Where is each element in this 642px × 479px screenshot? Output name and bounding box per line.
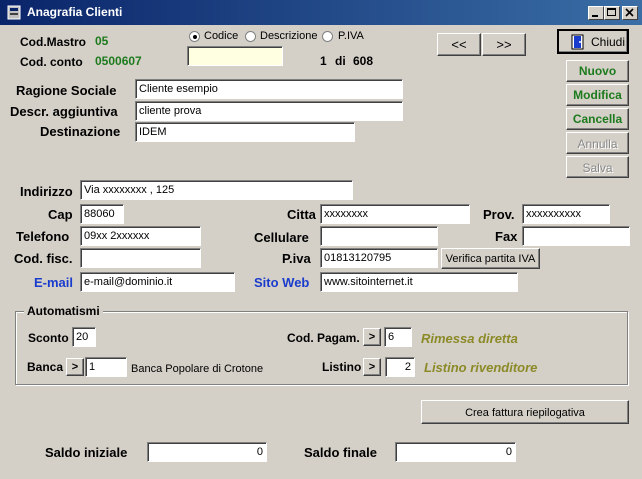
- nuovo-button[interactable]: Nuovo: [566, 60, 629, 82]
- cap-input[interactable]: 88060: [80, 204, 124, 224]
- cod-fisc-input[interactable]: [80, 248, 201, 268]
- title-bar[interactable]: Anagrafia Clienti: [0, 0, 642, 25]
- saldo-finale-input[interactable]: 0: [395, 442, 516, 462]
- saldo-iniziale-input[interactable]: 0: [147, 442, 267, 462]
- radio-codice-label: Codice: [204, 30, 239, 42]
- cod-pagam-label: Cod. Pagam.: [287, 331, 360, 345]
- cod-conto-label: Cod. conto: [20, 55, 83, 69]
- cellulare-label: Cellulare: [254, 230, 309, 245]
- automatismi-title: Automatismi: [24, 304, 103, 318]
- banca-lookup-button[interactable]: >: [66, 358, 84, 376]
- saldo-iniziale-label: Saldo iniziale: [45, 445, 128, 460]
- prov-label: Prov.: [483, 207, 515, 222]
- radio-piva-label: P.IVA: [338, 30, 364, 42]
- window-title: Anagrafia Clienti: [27, 5, 123, 19]
- sito-web-label: Sito Web: [254, 275, 310, 290]
- crea-fattura-button[interactable]: Crea fattura riepilogativa: [421, 400, 629, 424]
- close-window-button[interactable]: [622, 6, 638, 20]
- ragione-sociale-label: Ragione Sociale: [16, 83, 117, 98]
- cod-pagam-input[interactable]: 6: [384, 327, 412, 347]
- close-button[interactable]: Chiudi: [557, 29, 629, 54]
- verifica-piva-button[interactable]: Verifica partita IVA: [441, 248, 540, 269]
- radio-descrizione[interactable]: [245, 31, 256, 42]
- cod-fisc-label: Cod. fisc.: [14, 251, 73, 266]
- destinazione-input[interactable]: IDEM: [135, 122, 355, 142]
- sito-web-input[interactable]: www.sitointernet.it: [320, 272, 518, 292]
- telefono-label: Telefono: [16, 229, 70, 244]
- radio-codice[interactable]: [189, 31, 200, 42]
- radio-descrizione-label: Descrizione: [260, 30, 318, 42]
- next-record-button[interactable]: >>: [482, 33, 526, 56]
- saldo-finale-label: Saldo finale: [304, 445, 377, 460]
- cellulare-input[interactable]: [320, 226, 438, 246]
- sconto-label: Sconto: [28, 331, 69, 345]
- maximize-button[interactable]: [604, 6, 620, 20]
- cap-label: Cap: [48, 207, 73, 222]
- cod-mastro-value: 05: [95, 34, 109, 48]
- cod-pagam-description: Rimessa diretta: [421, 331, 518, 346]
- cancella-button[interactable]: Cancella: [566, 108, 629, 130]
- email-input[interactable]: e-mail@dominio.it: [80, 272, 235, 292]
- radio-piva[interactable]: [322, 31, 333, 42]
- door-icon: [571, 34, 584, 50]
- indirizzo-label: Indirizzo: [20, 184, 73, 199]
- listino-lookup-button[interactable]: >: [363, 358, 381, 376]
- cod-pagam-lookup-button[interactable]: >: [363, 328, 381, 346]
- minimize-button[interactable]: [588, 6, 604, 20]
- annulla-button[interactable]: Annulla: [566, 132, 629, 154]
- listino-label: Listino: [322, 360, 362, 374]
- descr-aggiuntiva-label: Descr. aggiuntiva: [10, 104, 118, 119]
- record-of: di: [335, 54, 346, 68]
- record-position: 1: [320, 54, 327, 68]
- piva-input[interactable]: 01813120795: [320, 248, 438, 268]
- citta-label: Citta: [287, 207, 316, 222]
- prev-record-button[interactable]: <<: [437, 33, 481, 56]
- telefono-input[interactable]: 09xx 2xxxxxx: [80, 226, 201, 246]
- prov-input[interactable]: xxxxxxxxxx: [522, 204, 610, 224]
- app-icon: [7, 5, 21, 20]
- descr-aggiuntiva-input[interactable]: cliente prova: [135, 101, 403, 121]
- indirizzo-input[interactable]: Via xxxxxxxx , 125: [80, 180, 353, 200]
- piva-label: P.iva: [282, 251, 311, 266]
- banca-description: Banca Popolare di Crotone: [131, 363, 264, 375]
- cod-conto-value: 0500607: [95, 54, 142, 68]
- citta-input[interactable]: xxxxxxxx: [320, 204, 470, 224]
- cod-mastro-label: Cod.Mastro: [20, 35, 86, 49]
- sconto-input[interactable]: 20: [72, 327, 96, 347]
- modifica-button[interactable]: Modifica: [566, 84, 629, 106]
- listino-input[interactable]: 2: [385, 357, 415, 377]
- search-input[interactable]: [187, 46, 283, 66]
- destinazione-label: Destinazione: [40, 124, 121, 139]
- minimize-icon: [592, 15, 598, 17]
- email-label: E-mail: [34, 275, 74, 290]
- close-icon: [625, 8, 634, 17]
- ragione-sociale-input[interactable]: Cliente esempio: [135, 79, 403, 99]
- close-button-label: Chiudi: [591, 35, 626, 49]
- listino-description: Listino rivenditore: [424, 360, 538, 375]
- banca-label: Banca: [27, 360, 64, 374]
- maximize-icon: [607, 8, 616, 16]
- record-total: 608: [353, 54, 374, 68]
- fax-input[interactable]: [522, 226, 630, 246]
- banca-input[interactable]: 1: [85, 357, 127, 377]
- salva-button[interactable]: Salva: [566, 156, 629, 178]
- fax-label: Fax: [495, 229, 518, 244]
